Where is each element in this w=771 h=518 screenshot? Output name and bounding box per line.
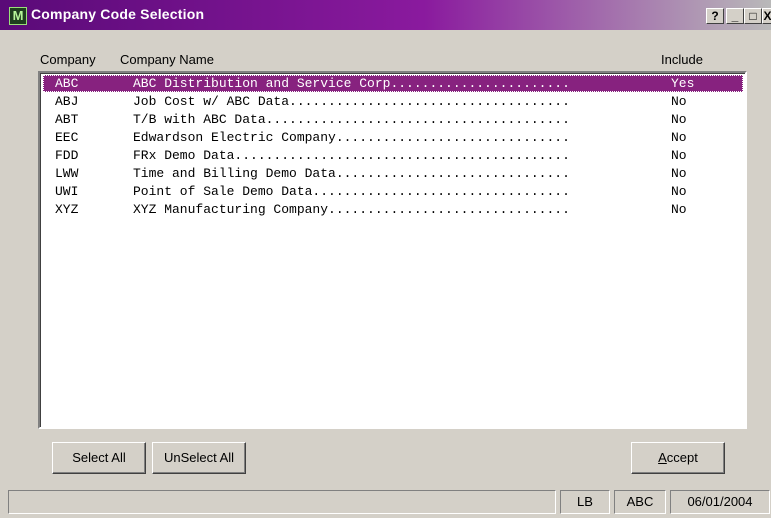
company-code: FDD xyxy=(55,148,79,163)
status-message-panel xyxy=(8,490,556,514)
column-header-company: Company xyxy=(40,52,96,67)
company-list[interactable]: ABC ABC Distribution and Service Corp....… xyxy=(38,71,747,429)
company-name: ABC Distribution and Service Corp.......… xyxy=(133,76,570,91)
accept-button[interactable]: Accept xyxy=(631,442,725,474)
company-code: ABT xyxy=(55,112,79,127)
company-name: FRx Demo Data...........................… xyxy=(133,148,570,163)
list-item[interactable]: UWI Point of Sale Demo Data..............… xyxy=(43,183,743,200)
maximize-button[interactable]: □ xyxy=(744,8,762,24)
close-button[interactable]: X xyxy=(762,8,771,24)
status-company: ABC xyxy=(614,490,666,514)
column-header-include: Include xyxy=(661,52,703,67)
company-code: ABC xyxy=(55,76,79,91)
company-name: Point of Sale Demo Data.................… xyxy=(133,184,570,199)
list-item[interactable]: LWW Time and Billing Demo Data...........… xyxy=(43,165,743,182)
list-item[interactable]: XYZ XYZ Manufacturing Company............… xyxy=(43,201,743,218)
company-name: T/B with ABC Data.......................… xyxy=(133,112,570,127)
include-value: No xyxy=(671,112,687,127)
include-value: No xyxy=(671,130,687,145)
minimize-button[interactable]: _ xyxy=(726,8,744,24)
include-value: No xyxy=(671,94,687,109)
window-title: Company Code Selection xyxy=(31,6,205,22)
accept-label: Accept xyxy=(658,450,698,465)
select-all-button[interactable]: Select All xyxy=(52,442,146,474)
include-value: No xyxy=(671,166,687,181)
list-item[interactable]: ABJ Job Cost w/ ABC Data.................… xyxy=(43,93,743,110)
list-item[interactable]: ABC ABC Distribution and Service Corp....… xyxy=(43,75,743,92)
include-value: No xyxy=(671,184,687,199)
company-code-selection-window: M Company Code Selection ? _ □ X Company… xyxy=(0,0,771,518)
help-button[interactable]: ? xyxy=(706,8,724,24)
title-bar[interactable]: M Company Code Selection ? _ □ X xyxy=(0,0,771,30)
company-code: UWI xyxy=(55,184,79,199)
company-name: Job Cost w/ ABC Data....................… xyxy=(133,94,570,109)
list-item[interactable]: FDD FRx Demo Data........................… xyxy=(43,147,743,164)
status-bar: LB ABC 06/01/2004 xyxy=(0,488,771,518)
status-user: LB xyxy=(560,490,610,514)
company-list-body: ABC ABC Distribution and Service Corp....… xyxy=(40,73,745,427)
app-icon: M xyxy=(9,7,27,25)
status-date: 06/01/2004 xyxy=(670,490,770,514)
list-item[interactable]: EEC Edwardson Electric Company...........… xyxy=(43,129,743,146)
column-header-company-name: Company Name xyxy=(120,52,214,67)
include-value: No xyxy=(671,148,687,163)
company-name: Time and Billing Demo Data..............… xyxy=(133,166,570,181)
company-code: XYZ xyxy=(55,202,79,217)
unselect-all-button[interactable]: UnSelect All xyxy=(152,442,246,474)
company-code: EEC xyxy=(55,130,79,145)
list-item[interactable]: ABT T/B with ABC Data....................… xyxy=(43,111,743,128)
company-name: Edwardson Electric Company..............… xyxy=(133,130,570,145)
company-code: LWW xyxy=(55,166,79,181)
company-code: ABJ xyxy=(55,94,79,109)
company-name: XYZ Manufacturing Company...............… xyxy=(133,202,570,217)
include-value: Yes xyxy=(671,76,695,91)
include-value: No xyxy=(671,202,687,217)
